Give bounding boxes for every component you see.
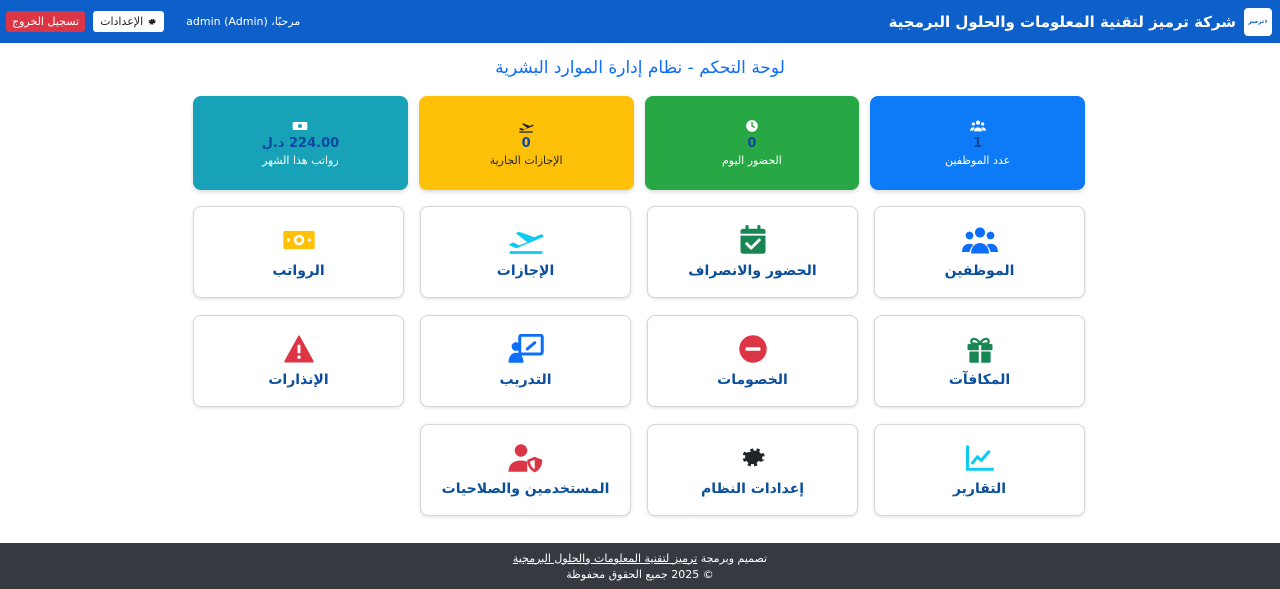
module-label: التقارير xyxy=(952,481,1007,497)
module-attendance[interactable]: الحضور والانصراف xyxy=(647,206,858,298)
money-icon xyxy=(281,225,317,255)
module-label: الرواتب xyxy=(272,263,325,279)
welcome-text: مرحبًا، admin (Admin) xyxy=(186,15,301,28)
module-employees[interactable]: الموظفين xyxy=(874,206,1085,298)
stat-leaves: 0 الإجازات الجارية xyxy=(418,96,634,190)
company-logo: ‹ ترميز xyxy=(1244,7,1272,36)
footer: تصميم وبرمجة ترميز لتقنية المعلومات والح… xyxy=(0,543,1280,589)
minus-circle-icon xyxy=(735,334,771,364)
module-system-settings[interactable]: إعدادات النظام xyxy=(647,424,858,516)
module-reports[interactable]: التقارير xyxy=(874,424,1085,516)
footer-prefix: تصميم وبرمجة xyxy=(700,551,768,565)
module-users-permissions[interactable]: المستخدمين والصلاحيات xyxy=(420,424,631,516)
module-label: التدريب xyxy=(499,372,552,388)
module-label: إعدادات النظام xyxy=(700,481,805,497)
logout-button[interactable]: تسجيل الخروج xyxy=(6,11,86,32)
stat-value: 224.00 د.ل xyxy=(261,136,340,151)
warning-icon xyxy=(281,334,317,364)
plane-icon xyxy=(508,225,544,255)
chart-line-icon xyxy=(962,443,998,473)
module-bonuses[interactable]: المكافآت xyxy=(874,315,1085,407)
gift-icon xyxy=(962,334,998,364)
gear-icon xyxy=(148,18,157,25)
footer-credit: تصميم وبرمجة ترميز لتقنية المعلومات والح… xyxy=(0,552,1280,565)
training-icon xyxy=(508,334,544,364)
module-training[interactable]: التدريب xyxy=(420,315,631,407)
stat-employees: 1 عدد الموظفين xyxy=(870,96,1085,190)
stats-row: 1 عدد الموظفين 0 الحضور اليوم 0 الإجازات… xyxy=(193,96,1085,190)
calendar-check-icon xyxy=(735,225,771,255)
module-label: الإجازات xyxy=(496,263,555,279)
module-label: الإنذارات xyxy=(268,372,329,388)
stat-label: رواتب هذا الشهر xyxy=(262,154,339,167)
footer-copyright: © 2025 جميع الحقوق محفوظة xyxy=(566,567,714,581)
gear-icon xyxy=(735,443,771,473)
users-icon xyxy=(961,225,998,255)
stat-salaries: 224.00 د.ل رواتب هذا الشهر xyxy=(193,96,408,190)
stat-value: 0 xyxy=(521,136,531,151)
money-icon xyxy=(293,122,308,130)
module-deductions[interactable]: الخصومات xyxy=(647,315,858,407)
stat-label: عدد الموظفين xyxy=(945,154,1011,167)
module-label: المكافآت xyxy=(948,372,1011,388)
modules-grid: الموظفين الحضور والانصراف الإجازات الروا… xyxy=(193,206,1085,516)
module-label: الخصومات xyxy=(717,372,788,388)
module-label: الموظفين xyxy=(944,263,1015,279)
stat-value: 0 xyxy=(747,136,757,151)
company-name: شركة ترميز لتقنية المعلومات والحلول البر… xyxy=(888,12,1236,31)
module-warnings[interactable]: الإنذارات xyxy=(193,315,404,407)
stat-label: الحضور اليوم xyxy=(722,154,782,167)
top-actions: مرحبًا، admin (Admin) الإعدادات تسجيل ال… xyxy=(6,11,300,32)
settings-label: الإعدادات xyxy=(100,15,144,28)
stat-value: 1 xyxy=(973,136,983,151)
stat-label: الإجازات الجارية xyxy=(489,154,563,167)
settings-button[interactable]: الإعدادات xyxy=(93,11,165,32)
footer-company-link[interactable]: ترميز لتقنية المعلومات والحلول البرمجية xyxy=(513,552,697,565)
module-label: المستخدمين والصلاحيات xyxy=(441,481,610,497)
users-icon xyxy=(969,120,986,132)
top-navbar: ‹ ترميز شركة ترميز لتقنية المعلومات والحل… xyxy=(0,0,1280,43)
module-label: الحضور والانصراف xyxy=(688,263,817,279)
brand[interactable]: ‹ ترميز شركة ترميز لتقنية المعلومات والحل… xyxy=(888,7,1272,36)
clock-icon xyxy=(746,120,758,132)
page-title: لوحة التحكم - نظام إدارة الموارد البشرية xyxy=(495,58,785,78)
user-shield-icon xyxy=(508,443,544,473)
stat-attendance: 0 الحضور اليوم xyxy=(644,96,860,190)
plane-icon xyxy=(519,123,534,133)
module-salaries[interactable]: الرواتب xyxy=(193,206,404,298)
module-leaves[interactable]: الإجازات xyxy=(420,206,631,298)
